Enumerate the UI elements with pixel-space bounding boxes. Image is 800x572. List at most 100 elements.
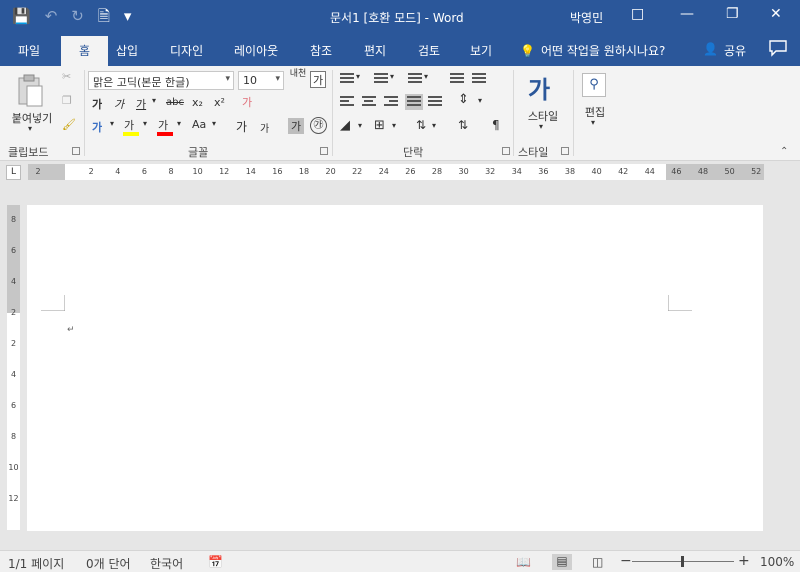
- chevron-down-icon[interactable]: ▾: [392, 121, 396, 130]
- vertical-ruler[interactable]: 8 6 4 2 2 4 6 8 10 12: [7, 205, 20, 530]
- tell-me-box[interactable]: 💡 어떤 작업을 원하시나요?: [520, 42, 665, 59]
- chevron-down-icon[interactable]: ▾: [177, 119, 181, 128]
- show-hide-icon[interactable]: ¶: [492, 118, 500, 132]
- user-name[interactable]: 박영민: [570, 9, 603, 26]
- word-count[interactable]: 0개 단어: [86, 555, 131, 572]
- font-size-field[interactable]: 10 ▾: [238, 71, 284, 90]
- chevron-down-icon[interactable]: ▾: [152, 96, 156, 105]
- character-shading-button[interactable]: 가: [288, 118, 304, 134]
- enclose-characters-button[interactable]: ㉮: [310, 117, 327, 134]
- styles-launcher-icon[interactable]: [561, 147, 569, 155]
- multilevel-list-icon[interactable]: [408, 73, 422, 85]
- zoom-level[interactable]: 100%: [760, 555, 794, 569]
- tab-view[interactable]: 보기: [470, 42, 492, 59]
- share-button[interactable]: 👤 공유: [703, 42, 746, 59]
- ribbon-display-options-icon[interactable]: □: [631, 6, 644, 22]
- chevron-down-icon[interactable]: ▾: [591, 118, 595, 127]
- comments-icon[interactable]: [768, 39, 788, 57]
- format-painter-icon[interactable]: 🖌: [62, 118, 76, 131]
- tab-references[interactable]: 참조: [310, 42, 332, 59]
- change-case-button[interactable]: Aa: [192, 118, 206, 131]
- zoom-in-icon[interactable]: +: [738, 553, 750, 569]
- tab-file[interactable]: 파일: [18, 42, 40, 59]
- chevron-down-icon[interactable]: ▾: [110, 119, 114, 128]
- paragraph-launcher-icon[interactable]: [502, 147, 510, 155]
- sort-icon[interactable]: ⇅: [458, 118, 468, 132]
- restore-icon[interactable]: ❐: [726, 6, 739, 22]
- shading-icon[interactable]: ◢: [340, 118, 350, 133]
- tab-design[interactable]: 디자인: [170, 42, 203, 59]
- styles-icon[interactable]: 가: [528, 70, 550, 105]
- align-left-icon[interactable]: [340, 96, 354, 108]
- undo-icon[interactable]: ↶: [45, 7, 58, 25]
- character-border-button[interactable]: 가: [310, 71, 326, 88]
- zoom-slider-thumb[interactable]: [681, 556, 684, 567]
- font-name-field[interactable]: 맑은 고딕(본문 한글) ▾: [88, 71, 234, 90]
- phonetic-guide-button[interactable]: 내천: [288, 69, 308, 79]
- tab-home[interactable]: 홈: [61, 36, 109, 66]
- line-spacing-icon[interactable]: ⇕: [458, 92, 469, 107]
- chevron-down-icon[interactable]: ▾: [143, 119, 147, 128]
- cut-icon[interactable]: ✂: [62, 70, 71, 83]
- font-color-button[interactable]: 가: [158, 117, 168, 133]
- distributed-icon[interactable]: [428, 96, 442, 108]
- increase-indent-icon[interactable]: [472, 73, 486, 85]
- chevron-down-icon[interactable]: ▾: [356, 72, 360, 81]
- tab-review[interactable]: 검토: [418, 42, 440, 59]
- shrink-font-button[interactable]: 가: [260, 120, 269, 135]
- chevron-down-icon[interactable]: ▾: [212, 119, 216, 128]
- close-icon[interactable]: ✕: [770, 6, 782, 22]
- redo-icon[interactable]: ↻: [71, 7, 84, 25]
- chevron-down-icon[interactable]: ▾: [390, 72, 394, 81]
- tab-insert[interactable]: 삽입: [116, 42, 138, 59]
- chevron-down-icon[interactable]: ▾: [225, 74, 230, 84]
- qat-customize-button[interactable]: ▾: [124, 7, 132, 25]
- search-icon[interactable]: ⚲: [582, 73, 606, 97]
- read-mode-icon[interactable]: 📖: [516, 555, 531, 569]
- borders-icon[interactable]: ⊞: [374, 118, 385, 133]
- bold-button[interactable]: 가: [92, 96, 102, 112]
- tab-mailings[interactable]: 편지: [364, 42, 386, 59]
- grow-font-button[interactable]: 가: [236, 118, 247, 135]
- save-icon[interactable]: 💾: [12, 7, 31, 25]
- highlight-color-button[interactable]: 가: [124, 117, 134, 133]
- new-document-icon[interactable]: 🗎: [98, 7, 110, 25]
- language-indicator[interactable]: 한국어: [150, 555, 183, 572]
- tab-layout[interactable]: 레이아웃: [234, 42, 278, 59]
- italic-button[interactable]: 가: [114, 96, 124, 112]
- print-layout-icon[interactable]: ▤: [552, 554, 572, 570]
- bullets-icon[interactable]: [340, 73, 354, 85]
- paste-icon[interactable]: [16, 74, 44, 108]
- superscript-button[interactable]: x²: [214, 96, 225, 109]
- paste-dropdown-icon[interactable]: ▾: [28, 124, 32, 133]
- clear-formatting-button[interactable]: 가: [242, 94, 252, 110]
- chevron-down-icon[interactable]: ▾: [478, 96, 482, 105]
- chevron-down-icon[interactable]: ▾: [358, 121, 362, 130]
- chevron-down-icon[interactable]: ▾: [424, 72, 428, 81]
- horizontal-ruler[interactable]: 2 2 4 6 8 10 12 14 16 18 20 22 24 26 28 30 32 34 36 38 40 42 4…: [28, 164, 764, 180]
- page-count[interactable]: 1/1 페이지: [8, 555, 64, 572]
- justify-icon[interactable]: [405, 94, 423, 110]
- tab-selector-icon[interactable]: L: [6, 165, 21, 180]
- zoom-out-icon[interactable]: −: [620, 553, 632, 569]
- document-page[interactable]: ↵: [27, 205, 763, 531]
- decrease-indent-icon[interactable]: [450, 73, 464, 85]
- web-layout-icon[interactable]: ◫: [592, 555, 603, 569]
- numbering-icon[interactable]: [374, 73, 388, 85]
- font-launcher-icon[interactable]: [320, 147, 328, 155]
- text-effects-icon[interactable]: 가: [92, 119, 102, 135]
- strikethrough-button[interactable]: abc: [166, 97, 184, 108]
- proofing-icon[interactable]: 📅: [208, 555, 223, 569]
- copy-icon[interactable]: ❐: [62, 94, 72, 107]
- minimize-icon[interactable]: —: [680, 6, 694, 22]
- collapse-ribbon-icon[interactable]: ⌃: [780, 146, 788, 157]
- align-center-icon[interactable]: [362, 96, 376, 108]
- subscript-button[interactable]: x₂: [192, 96, 203, 109]
- asian-layout-icon[interactable]: ⇅: [416, 118, 426, 132]
- chevron-down-icon[interactable]: ▾: [432, 121, 436, 130]
- chevron-down-icon[interactable]: ▾: [539, 122, 543, 131]
- align-right-icon[interactable]: [384, 96, 398, 108]
- clipboard-launcher-icon[interactable]: [72, 147, 80, 155]
- chevron-down-icon[interactable]: ▾: [275, 74, 280, 84]
- underline-button[interactable]: 가: [136, 96, 146, 112]
